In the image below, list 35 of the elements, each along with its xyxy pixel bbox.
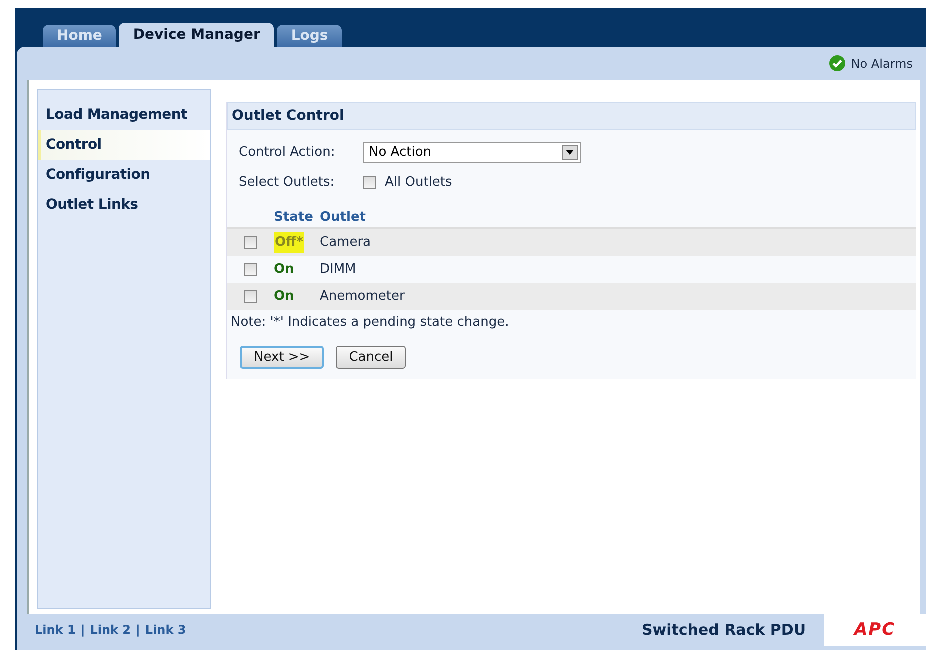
outlet-name: DIMM (320, 262, 356, 277)
alarm-status: No Alarms (851, 56, 913, 70)
checkbox[interactable] (244, 263, 257, 276)
sidebar-item[interactable]: Load Management (38, 100, 210, 130)
panel-title: Outlet Control (227, 102, 916, 130)
note-text: Note: '*' Indicates a pending state change. (230, 314, 510, 330)
column-header: State (274, 210, 314, 224)
column-header: Outlet (320, 210, 366, 224)
footer-link[interactable]: Link 2 (90, 623, 132, 637)
state-label: Off* (274, 232, 304, 253)
sidebar-item[interactable]: Outlet Links (38, 190, 210, 220)
sidebar-item[interactable]: Control (38, 130, 210, 160)
link-separator: | (80, 623, 86, 637)
checkbox[interactable] (244, 236, 257, 249)
cancel-button[interactable]: Cancel (336, 346, 406, 369)
state-label: On (274, 262, 294, 277)
product-title: Switched Rack PDU (642, 621, 806, 639)
field-label: Select Outlets: (239, 174, 336, 190)
outlet-name: Camera (320, 235, 372, 250)
nav-tab[interactable]: Device Manager (119, 23, 274, 47)
link-separator: | (136, 623, 140, 637)
field-label: Control Action: (239, 144, 336, 160)
footer-link[interactable]: Link 1 (35, 623, 76, 637)
check-icon (829, 55, 846, 72)
brand-logo: APC (824, 614, 926, 646)
outlet-name: Anemometer (320, 289, 405, 304)
next-button[interactable]: Next >> (240, 346, 324, 369)
footer-link[interactable]: Link 3 (145, 623, 186, 637)
checkbox[interactable] (244, 290, 257, 303)
checkbox[interactable] (363, 176, 376, 188)
caret-icon (566, 150, 574, 154)
sidebar-item[interactable]: Configuration (38, 160, 210, 190)
control-action-dropdown[interactable]: No Action (363, 142, 581, 162)
state-label: On (274, 289, 294, 304)
checkbox-label: All Outlets (385, 174, 452, 190)
